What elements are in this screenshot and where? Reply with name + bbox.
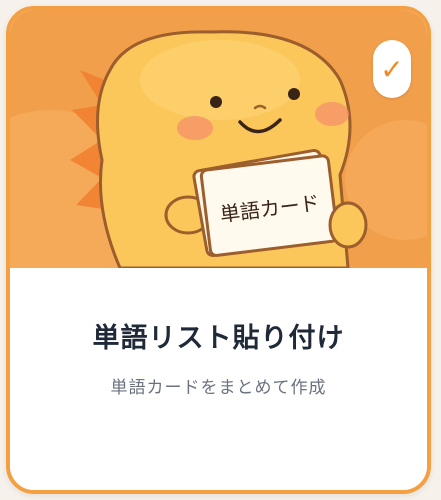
checkmark-icon: ✓ bbox=[380, 52, 404, 86]
selected-check-badge: ✓ bbox=[373, 40, 411, 98]
card-body: 単語リスト貼り付け 単語カードをまとめて作成 bbox=[10, 268, 427, 490]
card-subtitle: 単語カードをまとめて作成 bbox=[110, 378, 327, 398]
word-list-paste-card[interactable]: 単語カード ✓ 単語リスト貼り付け 単語カードをまとめて作成 bbox=[6, 6, 431, 494]
card-title: 単語リスト貼り付け bbox=[92, 323, 345, 354]
dino-illustration-svg: 単語カード bbox=[10, 30, 427, 268]
dino-illustration: 単語カード ✓ bbox=[10, 10, 427, 268]
